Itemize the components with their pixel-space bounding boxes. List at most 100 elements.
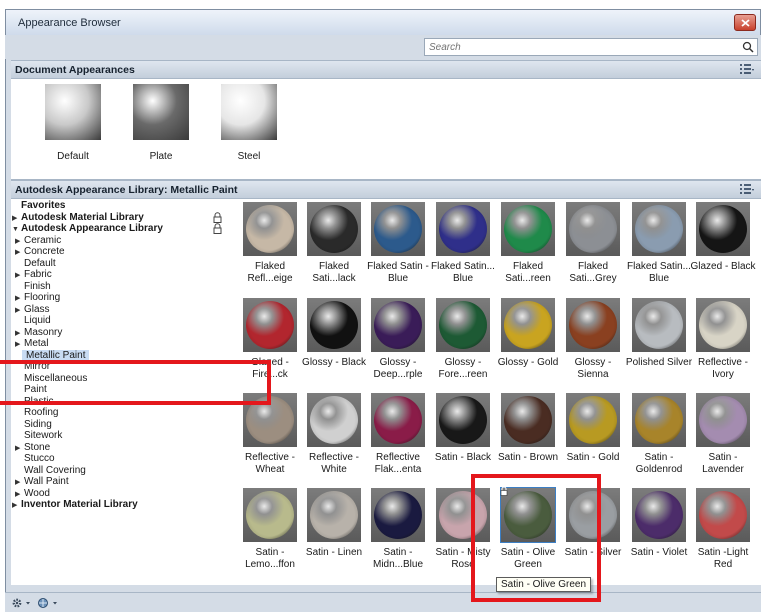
highlight-box-tree [0, 360, 271, 405]
material-item[interactable]: Flaked Sati...lack [303, 199, 365, 294]
material-label: Satin - Brown [497, 452, 559, 463]
search-icon[interactable] [742, 41, 754, 53]
material-thumbnail [696, 202, 750, 256]
tree-item[interactable]: Favorites [11, 200, 233, 212]
material-item[interactable]: Satin - Gold [562, 390, 624, 485]
sphere-shading [310, 491, 358, 539]
document-appearance-item[interactable]: Default [35, 84, 111, 162]
options-menu[interactable] [11, 597, 33, 612]
material-item[interactable]: Satin - Brown [497, 390, 559, 485]
material-item[interactable]: Glossy - Black [302, 295, 366, 390]
expand-arrow-icon[interactable]: ▶ [12, 500, 21, 512]
tree-item[interactable]: ▶ Ceramic [11, 235, 233, 247]
material-item[interactable]: Satin - Violet [628, 485, 690, 580]
sphere-shading [569, 396, 617, 444]
material-thumbnail [632, 202, 686, 256]
tree-item[interactable]: ▶ Wood [11, 488, 233, 500]
tree-item[interactable]: Wall Covering [11, 465, 233, 477]
window-title: Appearance Browser [18, 17, 121, 29]
sphere-shading [374, 396, 422, 444]
material-thumbnail [307, 298, 361, 352]
tree-item[interactable]: Liquid [11, 315, 233, 327]
tree-item[interactable]: Finish [11, 281, 233, 293]
tree-item[interactable]: ▶ Masonry [11, 327, 233, 339]
material-item[interactable]: Glossy - Gold [497, 295, 559, 390]
material-label: Glossy - Black [302, 357, 366, 368]
material-item[interactable]: Satin -Light Red [692, 485, 754, 580]
document-appearance-item[interactable]: Plate [123, 84, 199, 162]
tree-item[interactable]: Roofing [11, 407, 233, 419]
tree-item[interactable]: Siding [11, 419, 233, 431]
tree-item[interactable]: Default [11, 258, 233, 270]
tree-item-label: Liquid [24, 315, 51, 326]
sphere-shading [439, 396, 487, 444]
sphere-shading [699, 205, 747, 253]
material-item[interactable]: Flaked Satin... Blue [627, 199, 691, 294]
document-appearances-header[interactable]: Document Appearances [11, 60, 761, 79]
material-thumbnail [501, 298, 555, 352]
material-item[interactable]: Polished Silver [626, 295, 692, 390]
appearance-label: Default [57, 151, 89, 162]
material-item[interactable]: Glossy - Sienna [562, 295, 624, 390]
tree-item[interactable]: ▶ Concrete [11, 246, 233, 258]
material-label: Satin - Lavender [702, 452, 744, 475]
title-bar[interactable]: Appearance Browser [5, 9, 761, 35]
tree-item[interactable]: ▶ Fabric [11, 269, 233, 281]
tree-item[interactable]: ▶ Autodesk Material Library [11, 212, 233, 224]
material-item[interactable]: Glossy - Deep...rple [367, 295, 429, 390]
material-label: Glossy - Gold [497, 357, 559, 368]
material-item[interactable]: Satin - Lavender [692, 390, 754, 485]
sphere-shading [699, 491, 747, 539]
material-label: Satin - Gold [566, 452, 620, 463]
material-item[interactable]: Flaked Sati...reen [497, 199, 559, 294]
material-item[interactable]: Satin - Linen [303, 485, 365, 580]
material-thumbnail [501, 393, 555, 447]
sphere-shading [374, 205, 422, 253]
library-menu[interactable] [37, 597, 61, 612]
material-item[interactable]: Flaked Refl...eige [239, 199, 301, 294]
material-item[interactable]: Satin - Black [432, 390, 494, 485]
list-view-icon[interactable] [739, 184, 755, 195]
material-item[interactable]: Satin - Lemo...ffon [239, 485, 301, 580]
material-thumbnail [307, 393, 361, 447]
tree-item[interactable]: ▶ Wall Paint [11, 476, 233, 488]
tree-item[interactable]: Stucco [11, 453, 233, 465]
gear-icon [12, 598, 30, 608]
tree-item-label: Autodesk Material Library [21, 211, 144, 223]
material-item[interactable]: Satin - Goldenrod [628, 390, 690, 485]
material-item[interactable]: Flaked Sati...Grey [562, 199, 624, 294]
material-item[interactable]: Reflective - White [303, 390, 365, 485]
material-item[interactable]: Glossy - Fore...reen [432, 295, 494, 390]
material-item[interactable]: Flaked Satin... Blue [431, 199, 495, 294]
material-label: Satin - Violet [630, 547, 688, 558]
material-thumbnail [371, 393, 425, 447]
material-item[interactable]: Flaked Satin - Blue [367, 199, 429, 294]
tree-item[interactable]: ▼ Autodesk Appearance Library [11, 223, 233, 235]
sphere-shading [635, 396, 683, 444]
tree-item-label: Autodesk Appearance Library [21, 223, 163, 234]
tree-item[interactable]: ▶ Glass [11, 304, 233, 316]
material-label: Satin -Light Red [697, 547, 749, 570]
material-thumbnail [307, 488, 361, 542]
tree-item[interactable]: Sitework [11, 430, 233, 442]
list-view-icon[interactable] [739, 64, 755, 75]
tree-item[interactable]: ▶ Flooring [11, 292, 233, 304]
material-thumbnail [632, 393, 686, 447]
tree-item[interactable]: ▶ Stone [11, 442, 233, 454]
document-appearances-title: Document Appearances [15, 64, 135, 76]
tree-item[interactable]: ▶ Metal [11, 338, 233, 350]
library-header[interactable]: Autodesk Appearance Library: Metallic Pa… [11, 180, 761, 199]
library-icon [38, 598, 57, 608]
material-label: Reflective - White [308, 452, 359, 475]
material-item[interactable]: Satin - Midn...Blue [367, 485, 429, 580]
material-item[interactable]: Glazed - Black [690, 199, 756, 294]
tree-item[interactable]: ▶ Inventor Material Library [11, 499, 233, 511]
tree-item-label: Stucco [24, 453, 55, 464]
search-box[interactable] [424, 38, 758, 56]
material-thumbnail [696, 393, 750, 447]
document-appearance-item[interactable]: Steel [211, 84, 287, 162]
material-item[interactable]: Reflective - Ivory [692, 295, 754, 390]
search-input[interactable] [427, 40, 727, 54]
close-button[interactable] [734, 14, 756, 31]
material-item[interactable]: Reflective Flak...enta [367, 390, 429, 485]
